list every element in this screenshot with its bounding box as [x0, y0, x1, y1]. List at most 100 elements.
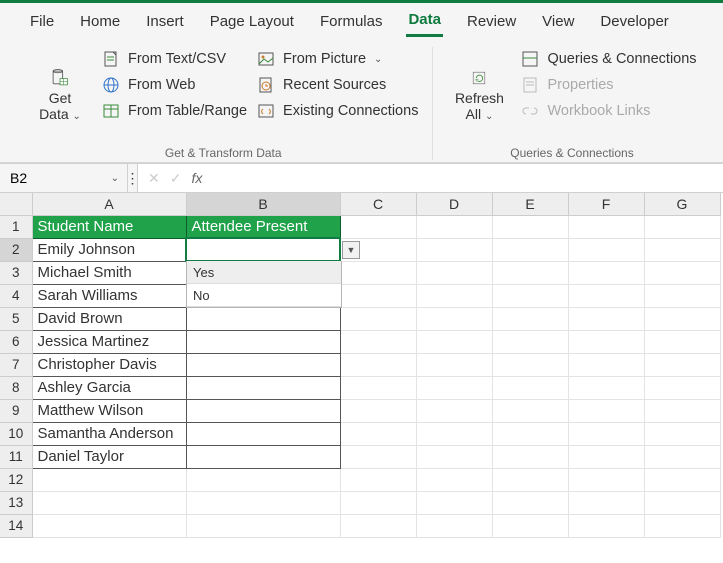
from-picture-button[interactable]: From Picture ⌄	[257, 49, 418, 69]
refresh-all-button[interactable]: RefreshAll ⌄	[447, 47, 511, 144]
cell-F14[interactable]	[568, 514, 644, 537]
from-text-csv-button[interactable]: From Text/CSV	[102, 49, 247, 69]
cell-E5[interactable]	[492, 307, 568, 330]
cell-E1[interactable]	[492, 215, 568, 238]
cell-C3[interactable]	[340, 261, 416, 284]
cell-G13[interactable]	[644, 491, 720, 514]
cell-G1[interactable]	[644, 215, 720, 238]
tab-home[interactable]: Home	[78, 11, 122, 36]
tab-page-layout[interactable]: Page Layout	[208, 11, 296, 36]
cell-D13[interactable]	[416, 491, 492, 514]
cell-B9[interactable]	[186, 399, 340, 422]
cell-D8[interactable]	[416, 376, 492, 399]
cell-B12[interactable]	[186, 468, 340, 491]
cell-D9[interactable]	[416, 399, 492, 422]
cell-B1[interactable]: Attendee Present	[186, 215, 340, 238]
tab-insert[interactable]: Insert	[144, 11, 186, 36]
cell-F5[interactable]	[568, 307, 644, 330]
row-header-6[interactable]: 6	[0, 330, 32, 353]
cell-D10[interactable]	[416, 422, 492, 445]
cell-G2[interactable]	[644, 238, 720, 261]
data-validation-dropdown-button[interactable]: ▼	[342, 241, 360, 259]
cell-A7[interactable]: Christopher Davis	[32, 353, 186, 376]
cell-G7[interactable]	[644, 353, 720, 376]
cell-F6[interactable]	[568, 330, 644, 353]
row-header-9[interactable]: 9	[0, 399, 32, 422]
cell-D5[interactable]	[416, 307, 492, 330]
row-header-8[interactable]: 8	[0, 376, 32, 399]
cell-C9[interactable]	[340, 399, 416, 422]
cell-D1[interactable]	[416, 215, 492, 238]
row-header-7[interactable]: 7	[0, 353, 32, 376]
cell-G9[interactable]	[644, 399, 720, 422]
row-header-12[interactable]: 12	[0, 468, 32, 491]
tab-file[interactable]: File	[28, 11, 56, 36]
cell-C8[interactable]	[340, 376, 416, 399]
name-box[interactable]: ⌄	[0, 164, 128, 192]
cell-F4[interactable]	[568, 284, 644, 307]
cell-C13[interactable]	[340, 491, 416, 514]
cell-A5[interactable]: David Brown	[32, 307, 186, 330]
cell-A13[interactable]	[32, 491, 186, 514]
row-header-10[interactable]: 10	[0, 422, 32, 445]
cell-C10[interactable]	[340, 422, 416, 445]
tab-formulas[interactable]: Formulas	[318, 11, 385, 36]
cell-E9[interactable]	[492, 399, 568, 422]
cell-E2[interactable]	[492, 238, 568, 261]
col-header-C[interactable]: C	[340, 193, 416, 215]
cell-C4[interactable]	[340, 284, 416, 307]
cell-A10[interactable]: Samantha Anderson	[32, 422, 186, 445]
cell-A12[interactable]	[32, 468, 186, 491]
cell-G5[interactable]	[644, 307, 720, 330]
cell-E12[interactable]	[492, 468, 568, 491]
tab-view[interactable]: View	[540, 11, 576, 36]
cell-F9[interactable]	[568, 399, 644, 422]
tab-developer[interactable]: Developer	[598, 11, 670, 36]
row-header-1[interactable]: 1	[0, 215, 32, 238]
row-header-11[interactable]: 11	[0, 445, 32, 468]
row-header-4[interactable]: 4	[0, 284, 32, 307]
cell-D4[interactable]	[416, 284, 492, 307]
cell-B13[interactable]	[186, 491, 340, 514]
cell-C11[interactable]	[340, 445, 416, 468]
cell-B2[interactable]	[186, 238, 340, 261]
cell-G14[interactable]	[644, 514, 720, 537]
cell-C14[interactable]	[340, 514, 416, 537]
row-header-3[interactable]: 3	[0, 261, 32, 284]
cell-C7[interactable]	[340, 353, 416, 376]
cell-F1[interactable]	[568, 215, 644, 238]
get-data-button[interactable]: GetData ⌄	[28, 47, 92, 144]
cell-E7[interactable]	[492, 353, 568, 376]
cell-G10[interactable]	[644, 422, 720, 445]
cell-G11[interactable]	[644, 445, 720, 468]
cell-E8[interactable]	[492, 376, 568, 399]
cell-C12[interactable]	[340, 468, 416, 491]
cell-D2[interactable]	[416, 238, 492, 261]
queries-connections-button[interactable]: Queries & Connections	[521, 49, 696, 69]
col-header-G[interactable]: G	[644, 193, 720, 215]
cell-D12[interactable]	[416, 468, 492, 491]
fx-icon[interactable]: fx	[191, 170, 202, 186]
cell-F8[interactable]	[568, 376, 644, 399]
cell-F10[interactable]	[568, 422, 644, 445]
col-header-D[interactable]: D	[416, 193, 492, 215]
cell-E11[interactable]	[492, 445, 568, 468]
cell-A4[interactable]: Sarah Williams	[32, 284, 186, 307]
cell-A1[interactable]: Student Name	[32, 215, 186, 238]
worksheet[interactable]: ABCDEFG1Student NameAttendee Present2Emi…	[0, 193, 723, 538]
formula-input[interactable]	[212, 169, 713, 187]
cell-B7[interactable]	[186, 353, 340, 376]
cell-D11[interactable]	[416, 445, 492, 468]
recent-sources-button[interactable]: Recent Sources	[257, 75, 418, 95]
cell-E14[interactable]	[492, 514, 568, 537]
cell-A3[interactable]: Michael Smith	[32, 261, 186, 284]
cell-G4[interactable]	[644, 284, 720, 307]
row-header-13[interactable]: 13	[0, 491, 32, 514]
cell-F3[interactable]	[568, 261, 644, 284]
cell-F12[interactable]	[568, 468, 644, 491]
cell-A9[interactable]: Matthew Wilson	[32, 399, 186, 422]
cell-B11[interactable]	[186, 445, 340, 468]
col-header-B[interactable]: B	[186, 193, 340, 215]
col-header-A[interactable]: A	[32, 193, 186, 215]
cell-B10[interactable]	[186, 422, 340, 445]
